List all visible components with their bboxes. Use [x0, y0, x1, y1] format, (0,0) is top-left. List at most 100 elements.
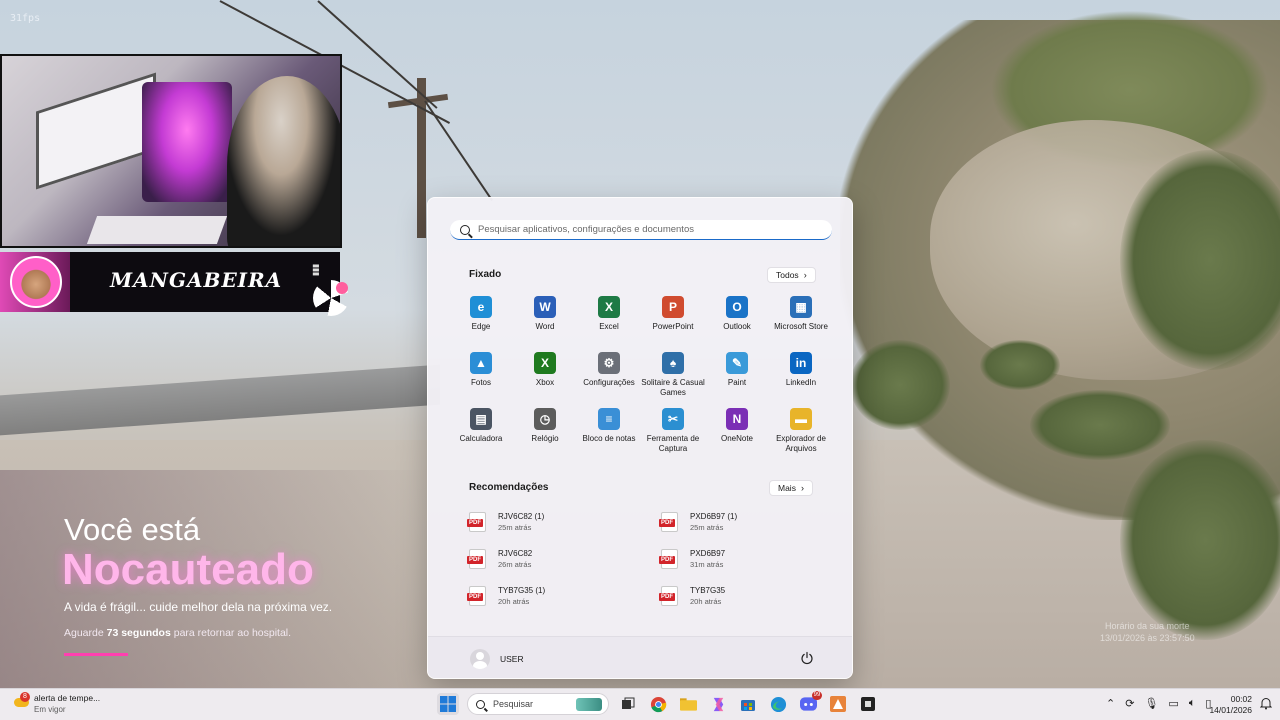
start-search-box[interactable] — [450, 220, 832, 240]
pinned-app-label: Relógio — [531, 434, 559, 443]
pinned-app-excel[interactable]: X Excel — [577, 296, 641, 342]
knockout-line1: Você está — [64, 512, 201, 547]
power-icon[interactable] — [800, 651, 814, 665]
pinned-app-edge[interactable]: e Edge — [449, 296, 513, 342]
death-label: Horário da sua morte — [1105, 621, 1190, 631]
task-view-icon — [622, 697, 635, 709]
recommendation-item[interactable]: PDF PXD6B97 (1) 25m atrás — [659, 510, 829, 534]
all-apps-button[interactable]: Todos › — [767, 267, 816, 283]
recommendation-item[interactable]: PDF TYB7G35 20h atrás — [659, 584, 829, 608]
pinned-app-settings[interactable]: ⚙ Configurações — [577, 352, 641, 398]
file-explorer-button[interactable] — [677, 693, 699, 715]
webcam-streamer — [227, 76, 340, 246]
pinned-app-snipping[interactable]: ✂ Ferramenta de Captura — [641, 408, 705, 454]
user-name[interactable]: USER — [500, 654, 524, 664]
recommendation-name: RJV6C82 — [498, 549, 533, 558]
death-info: Horário da sua morte 13/01/2026 às 23:57… — [1100, 620, 1195, 644]
folder-icon: ▬ — [790, 408, 812, 430]
bush — [850, 340, 950, 430]
pinned-apps-grid: e Edge W Word X Excel P PowerPoint O Outlook ▦ Micr… — [449, 296, 833, 454]
start-button[interactable] — [437, 693, 459, 715]
knockout-progress-bar — [64, 653, 128, 656]
recommendation-time: 25m atrás — [690, 523, 724, 532]
streamer-banner: MANGABEIRA ▬ ▬ ▬ — [0, 252, 340, 312]
more-button[interactable]: Mais › — [769, 480, 813, 496]
pinned-app-label: PowerPoint — [652, 322, 694, 331]
volume-icon[interactable]: 🔈︎ — [1189, 696, 1196, 710]
task-view-button[interactable] — [617, 693, 639, 715]
recommendation-name: PXD6B97 — [690, 549, 726, 558]
pinned-app-outlook[interactable]: O Outlook — [705, 296, 769, 342]
recommendation-time: 25m atrás — [498, 523, 532, 532]
pinned-app-word[interactable]: W Word — [513, 296, 577, 342]
pdf-file-icon: PDF — [659, 549, 678, 569]
pinned-app-label: LinkedIn — [785, 378, 817, 387]
notification-bell-icon[interactable] — [1260, 697, 1272, 710]
powerpoint-icon: P — [662, 296, 684, 318]
pinned-app-label: Solitaire & Casual Games — [641, 378, 705, 397]
store-button[interactable] — [737, 693, 759, 715]
wait-prefix: Aguarde — [64, 627, 104, 639]
pinned-app-label: Edge — [471, 322, 491, 331]
recommendation-time: 31m atrás — [690, 560, 724, 569]
paint-icon: ✎ — [726, 352, 748, 374]
photos-icon: ▲ — [470, 352, 492, 374]
pinned-app-onenote[interactable]: N OneNote — [705, 408, 769, 454]
pinned-app-clock[interactable]: ◷ Relógio — [513, 408, 577, 454]
pinned-app-linkedin[interactable]: in LinkedIn — [769, 352, 833, 398]
edge-icon — [770, 696, 786, 712]
pinned-app-label: Microsoft Store — [774, 322, 828, 331]
weather-alert-icon: 8 — [14, 692, 30, 709]
pinned-app-store[interactable]: ▦ Microsoft Store — [769, 296, 833, 342]
recommendations-list: PDF RJV6C82 (1) 25m atrás PDF PXD6B97 (1) 25m… — [467, 510, 829, 608]
chrome-button[interactable] — [647, 693, 669, 715]
clock[interactable]: 00:02 14/01/2026 — [1206, 694, 1252, 716]
taskbar-search[interactable]: Pesquisar — [467, 693, 609, 715]
pinned-app-calculator[interactable]: ▤ Calculadora — [449, 408, 513, 454]
pinned-app-label: Excel — [599, 322, 619, 331]
word-icon: W — [534, 296, 556, 318]
microphone-icon[interactable]: 🎙︎ — [1144, 697, 1158, 710]
weather-widget[interactable]: 8 alerta de tempe... Em vigor — [14, 692, 100, 715]
pinned-app-xbox[interactable]: X Xbox — [513, 352, 577, 398]
recommendation-item[interactable]: PDF RJV6C82 (1) 25m atrás — [467, 510, 661, 534]
pinned-app-label: Paint — [727, 378, 747, 387]
fps-counter: 31fps — [10, 13, 41, 24]
pinned-app-label: Fotos — [470, 378, 491, 387]
pinned-app-notepad[interactable]: ≡ Bloco de notas — [577, 408, 641, 454]
road-guardrail — [0, 364, 440, 436]
copilot-button[interactable] — [707, 693, 729, 715]
knockout-title: Nocauteado — [62, 545, 314, 594]
network-icon[interactable]: ▭ — [1168, 697, 1178, 710]
pinned-app-powerpoint[interactable]: P PowerPoint — [641, 296, 705, 342]
recommendation-item[interactable]: PDF TYB7G35 (1) 20h atrás — [467, 584, 661, 608]
chevron-up-icon[interactable]: ⌃ — [1106, 697, 1115, 710]
recommendation-item[interactable]: PDF RJV6C82 26m atrás — [467, 547, 661, 571]
start-menu: Fixado Todos › e Edge W Word X Excel P PowerPoi… — [427, 197, 853, 679]
webcam-keyboard — [86, 216, 228, 244]
pinned-app-solitaire[interactable]: ♠ Solitaire & Casual Games — [641, 352, 705, 398]
sync-icon[interactable]: ⟳ — [1125, 697, 1134, 710]
pinned-app-paint[interactable]: ✎ Paint — [705, 352, 769, 398]
user-avatar-icon[interactable] — [470, 649, 490, 669]
knockout-wait: Aguarde 73 segundos para retornar ao hos… — [64, 627, 291, 639]
game-launcher-button[interactable] — [827, 693, 849, 715]
nvidia-app-button[interactable] — [857, 693, 879, 715]
pinned-app-folder[interactable]: ▬ Explorador de Arquivos — [769, 408, 833, 454]
edge-button[interactable] — [767, 693, 789, 715]
settings-icon: ⚙ — [598, 352, 620, 374]
system-tray: ⌃ ⟳ 🎙︎ ▭ 🔈︎ ▯ — [1106, 696, 1211, 710]
excel-icon: X — [598, 296, 620, 318]
recommendation-item[interactable]: PDF PXD6B97 31m atrás — [659, 547, 829, 571]
start-search-input[interactable] — [478, 224, 808, 235]
discord-button[interactable]: 99 — [797, 691, 822, 715]
bush — [980, 340, 1060, 390]
webcam-pc-case — [142, 82, 232, 202]
pinned-app-photos[interactable]: ▲ Fotos — [449, 352, 513, 398]
pinned-app-label: Xbox — [535, 378, 555, 387]
pinned-app-label: Configurações — [583, 378, 635, 387]
calculator-icon: ▤ — [470, 408, 492, 430]
folder-icon — [679, 698, 697, 711]
recommendation-name: PXD6B97 (1) — [690, 512, 738, 521]
search-icon — [476, 699, 485, 709]
